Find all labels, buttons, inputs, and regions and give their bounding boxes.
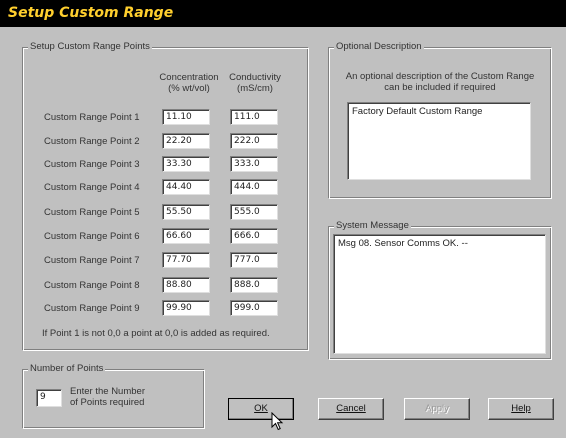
concentration-input-7[interactable]: 77.70: [162, 252, 210, 268]
point-label-8: Custom Range Point 8: [44, 280, 140, 291]
system-message-box: Msg 08. Sensor Comms OK. --: [333, 234, 546, 354]
system-message-label: System Message: [334, 220, 411, 231]
points-group-label: Setup Custom Range Points: [28, 41, 152, 52]
conductivity-input-7[interactable]: 777.0: [230, 252, 278, 268]
conductivity-input-2[interactable]: 222.0: [230, 133, 278, 149]
conductivity-input-5[interactable]: 555.0: [230, 204, 278, 220]
concentration-input-5[interactable]: 55.50: [162, 204, 210, 220]
cancel-button[interactable]: Cancel: [318, 398, 384, 420]
point-label-7: Custom Range Point 7: [44, 255, 140, 266]
ok-button-label: OK: [254, 403, 268, 414]
concentration-input-9[interactable]: 99.90: [162, 300, 210, 316]
point-label-5: Custom Range Point 5: [44, 207, 140, 218]
apply-button-label: Apply: [425, 403, 449, 414]
conductivity-input-1[interactable]: 111.0: [230, 109, 278, 125]
conductivity-input-9[interactable]: 999.0: [230, 300, 278, 316]
point-label-9: Custom Range Point 9: [44, 303, 140, 314]
window-title: Setup Custom Range: [0, 0, 566, 27]
mouse-pointer-icon: [271, 412, 284, 431]
help-button[interactable]: Help: [488, 398, 554, 420]
concentration-input-2[interactable]: 22.20: [162, 133, 210, 149]
num-points-help: Enter the Number of Points required: [70, 386, 145, 408]
conductivity-input-8[interactable]: 888.0: [230, 277, 278, 293]
conductivity-input-6[interactable]: 666.0: [230, 228, 278, 244]
conductivity-input-3[interactable]: 333.0: [230, 156, 278, 172]
concentration-header: Concentration (% wt/vol): [159, 72, 219, 94]
description-input[interactable]: Factory Default Custom Range: [347, 102, 531, 180]
description-group-label: Optional Description: [334, 41, 424, 52]
conductivity-header: Conductivity (mS/cm): [229, 72, 281, 94]
cancel-button-label: Cancel: [336, 403, 366, 414]
conductivity-input-4[interactable]: 444.0: [230, 179, 278, 195]
description-help: An optional description of the Custom Ra…: [345, 71, 535, 93]
point-label-1: Custom Range Point 1: [44, 112, 140, 123]
num-points-label: Number of Points: [28, 363, 106, 374]
concentration-input-6[interactable]: 66.60: [162, 228, 210, 244]
point-label-6: Custom Range Point 6: [44, 231, 140, 242]
help-button-label: Help: [511, 403, 531, 414]
concentration-input-1[interactable]: 11.10: [162, 109, 210, 125]
concentration-input-3[interactable]: 33.30: [162, 156, 210, 172]
num-points-input[interactable]: 9: [36, 389, 62, 407]
apply-button[interactable]: Apply: [404, 398, 470, 420]
points-note: If Point 1 is not 0,0 a point at 0,0 is …: [42, 328, 270, 339]
point-label-2: Custom Range Point 2: [44, 136, 140, 147]
concentration-input-8[interactable]: 88.80: [162, 277, 210, 293]
point-label-3: Custom Range Point 3: [44, 159, 140, 170]
dialog-body: Setup Custom Range Points Concentration …: [0, 27, 566, 438]
concentration-input-4[interactable]: 44.40: [162, 179, 210, 195]
point-label-4: Custom Range Point 4: [44, 182, 140, 193]
